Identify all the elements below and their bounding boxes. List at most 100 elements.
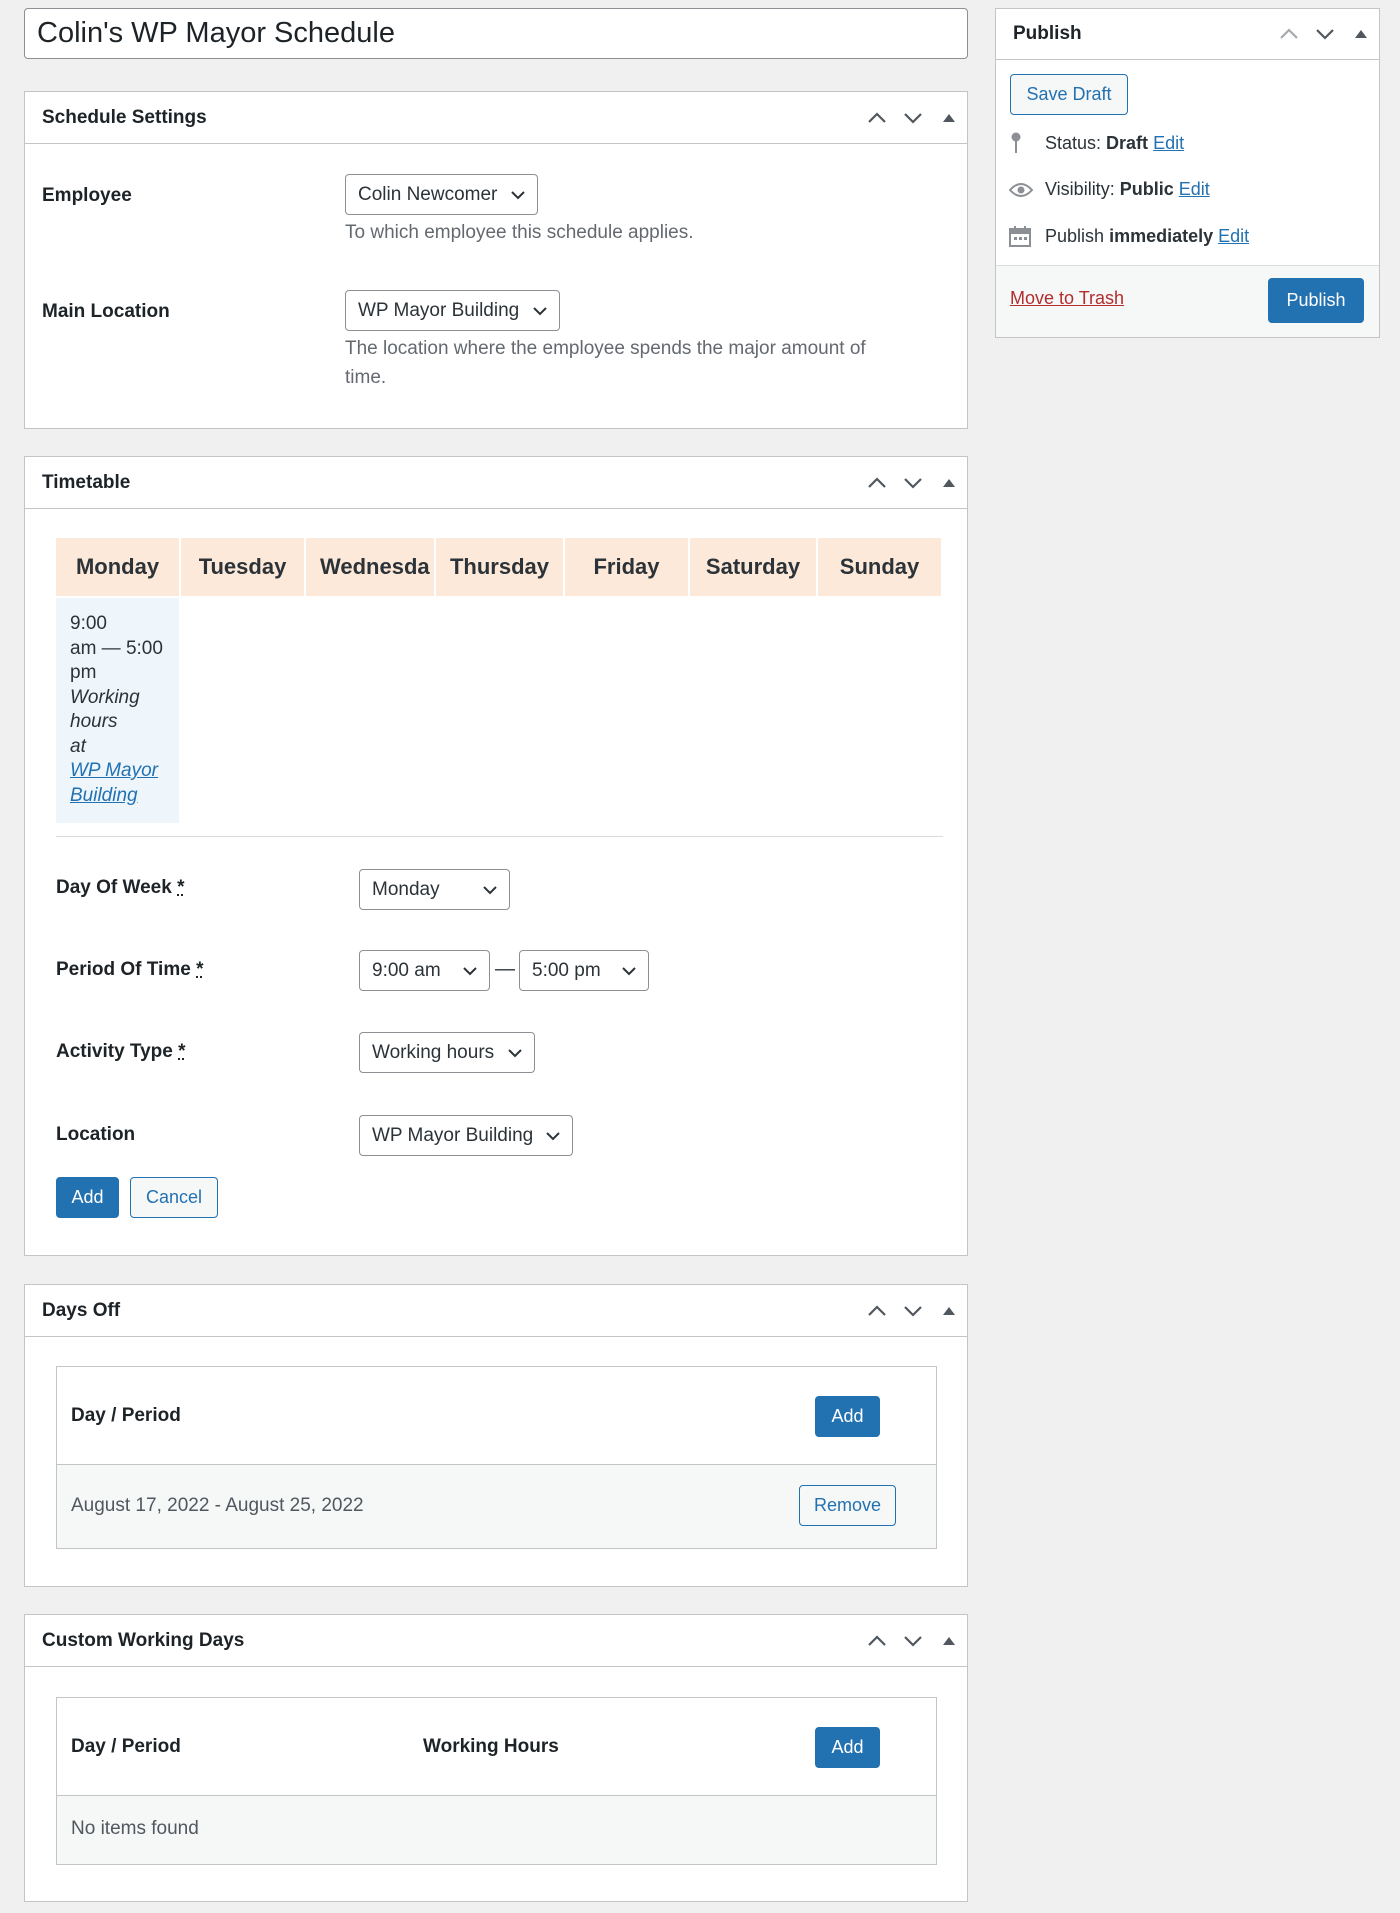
slot-location-link-line1[interactable]: WP Mayor [70,760,158,781]
custom-working-days-table: Day / Period Working Hours Add No items … [56,1697,937,1865]
move-up-icon[interactable] [859,1285,895,1336]
timetable-slot[interactable]: 9:00 am — 5:00 pm Working hours at WP Ma… [56,598,179,823]
period-start-select[interactable]: 9:00 am [359,950,490,991]
calendar-icon [1009,225,1035,247]
move-to-trash-link[interactable]: Move to Trash [1010,288,1124,309]
custom-working-days-header: Custom Working Days [25,1615,967,1667]
day-header-friday: Friday [565,538,688,596]
status-label: Status: [1045,132,1102,153]
slot-activity-line2: hours [70,711,118,732]
move-up-icon[interactable] [859,1615,895,1666]
remove-day-off-button[interactable]: Remove [799,1485,896,1526]
activity-type-label-text: Activity Type [56,1041,173,1062]
day-header-wednesday: Wednesda [306,538,434,596]
publish-timing-edit-link[interactable]: Edit [1218,226,1249,247]
employee-select[interactable]: Colin Newcomer [345,174,538,215]
save-draft-button[interactable]: Save Draft [1010,74,1128,115]
collapse-toggle-icon[interactable] [1343,9,1379,60]
add-timetable-button[interactable]: Add [56,1177,119,1218]
move-down-icon[interactable] [895,92,931,143]
schedule-row: Publish immediately Edit [1009,225,1249,247]
main-location-desc-line1: The location where the employee spends t… [345,338,866,359]
slot-at: at [70,735,86,757]
publish-label: Publish [1045,225,1105,246]
panel-controls [859,1615,967,1666]
eye-icon [1009,182,1035,198]
divider [56,836,943,837]
chevron-down-icon [533,306,547,315]
period-start-value: 9:00 am [372,959,441,981]
location-select[interactable]: WP Mayor Building [359,1115,573,1156]
chevron-down-icon [622,966,636,975]
add-custom-day-button[interactable]: Add [815,1727,880,1768]
move-up-icon[interactable] [1271,9,1307,60]
required-mark: * [196,959,204,980]
timetable-header: Timetable [25,457,967,509]
schedule-settings-header: Schedule Settings [25,92,967,144]
visibility-row: Visibility: Public Edit [1009,179,1210,200]
pin-icon [1009,132,1035,154]
visibility-edit-link[interactable]: Edit [1179,179,1210,200]
add-day-off-button[interactable]: Add [815,1396,880,1437]
main-location-desc-line2: time. [345,367,387,388]
move-down-icon[interactable] [895,457,931,508]
chevron-down-icon [463,966,477,975]
day-period-column-header: Day / Period [71,1405,181,1426]
main-location-select-value: WP Mayor Building [358,299,520,321]
chevron-down-icon [483,885,497,894]
location-value: WP Mayor Building [372,1124,534,1146]
no-items-text: No items found [71,1818,199,1839]
move-up-icon[interactable] [859,457,895,508]
working-hours-column-header: Working Hours [423,1736,559,1757]
move-up-icon[interactable] [859,92,895,143]
custom-working-days-title: Custom Working Days [42,1629,245,1651]
main-location-description: The location where the employee spends t… [345,334,866,392]
required-mark: * [177,877,185,898]
day-header-thursday: Thursday [436,538,563,596]
day-period-column-header: Day / Period [71,1736,181,1757]
status-row: Status: Draft Edit [1009,132,1184,154]
visibility-value: Public [1119,179,1174,199]
activity-type-select[interactable]: Working hours [359,1032,535,1073]
day-of-week-label-text: Day Of Week [56,877,172,898]
slot-location-link-line2[interactable]: Building [70,785,138,806]
cancel-button[interactable]: Cancel [130,1177,218,1218]
post-title-input[interactable]: Colin's WP Mayor Schedule [24,8,968,59]
collapse-toggle-icon[interactable] [931,1615,967,1666]
publish-timing-value: immediately [1109,225,1214,246]
move-down-icon[interactable] [895,1285,931,1336]
activity-type-value: Working hours [372,1041,495,1063]
panel-controls [1271,9,1379,59]
days-off-table-header: Day / Period Add [57,1367,936,1465]
table-row: August 17, 2022 - August 25, 2022 Remove [57,1465,936,1548]
main-location-label: Main Location [42,301,170,322]
day-header-saturday: Saturday [690,538,816,596]
schedule-settings-panel: Schedule Settings Employee Colin Newcome… [24,91,968,429]
collapse-toggle-icon[interactable] [931,457,967,508]
panel-controls [859,457,967,508]
schedule-settings-title: Schedule Settings [42,106,207,128]
period-end-value: 5:00 pm [532,959,601,981]
timetable-title: Timetable [42,471,131,493]
activity-type-label: Activity Type * [56,1041,186,1063]
employee-description: To which employee this schedule applies. [345,222,694,243]
slot-activity-line1: Working [70,686,140,708]
custom-working-days-table-header: Day / Period Working Hours Add [57,1698,936,1796]
status-edit-link[interactable]: Edit [1153,133,1184,154]
slot-time-line1: 9:00 [70,613,107,634]
slot-time-line3: pm [70,662,97,683]
period-end-select[interactable]: 5:00 pm [519,950,649,991]
publish-button[interactable]: Publish [1268,278,1364,323]
main-location-select[interactable]: WP Mayor Building [345,290,560,331]
collapse-toggle-icon[interactable] [931,1285,967,1336]
chevron-down-icon [511,190,525,199]
period-of-time-label-text: Period Of Time [56,959,191,980]
days-off-header: Days Off [25,1285,967,1337]
day-header-sunday: Sunday [818,538,941,596]
move-down-icon[interactable] [895,1615,931,1666]
collapse-toggle-icon[interactable] [931,92,967,143]
status-value: Draft [1106,132,1149,153]
employee-label: Employee [42,185,132,206]
day-of-week-select[interactable]: Monday [359,869,510,910]
move-down-icon[interactable] [1307,9,1343,60]
